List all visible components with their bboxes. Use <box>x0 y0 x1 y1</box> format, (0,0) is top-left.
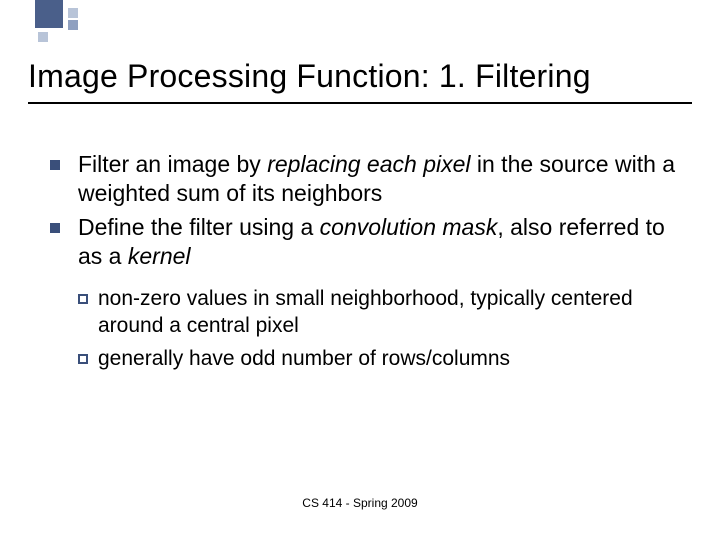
sub-bullet-list: non-zero values in small neighborhood, t… <box>78 286 680 373</box>
bullet-item: Define the filter using a convolution ma… <box>50 213 680 272</box>
sub-bullet-item: non-zero values in small neighborhood, t… <box>78 286 680 340</box>
corner-decoration <box>0 0 150 50</box>
square-bullet-icon <box>50 223 60 233</box>
hollow-square-bullet-icon <box>78 294 88 304</box>
bullet-text: Define the filter using a convolution ma… <box>78 213 680 272</box>
footer-text: CS 414 - Spring 2009 <box>0 496 720 510</box>
hollow-square-bullet-icon <box>78 354 88 364</box>
bullet-text: Filter an image by replacing each pixel … <box>78 150 680 209</box>
content-area: Filter an image by replacing each pixel … <box>50 150 680 378</box>
bullet-item: Filter an image by replacing each pixel … <box>50 150 680 209</box>
slide-title: Image Processing Function: 1. Filtering <box>28 58 692 95</box>
title-underline <box>28 102 692 104</box>
sub-bullet-text: generally have odd number of rows/column… <box>98 346 510 373</box>
sub-bullet-text: non-zero values in small neighborhood, t… <box>98 286 680 340</box>
square-bullet-icon <box>50 160 60 170</box>
sub-bullet-item: generally have odd number of rows/column… <box>78 346 680 373</box>
